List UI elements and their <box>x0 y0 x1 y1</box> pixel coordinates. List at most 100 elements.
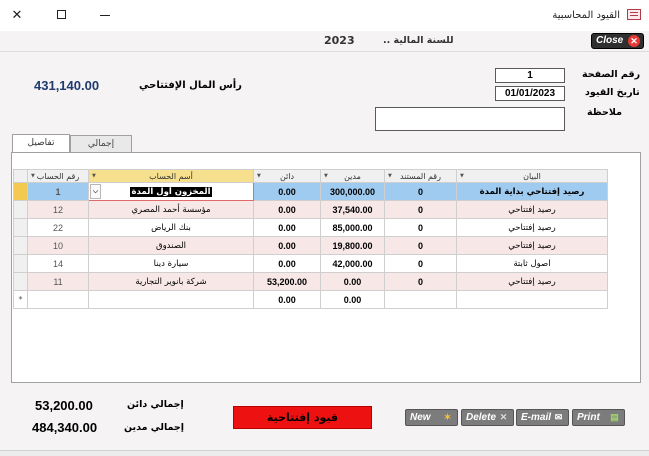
page-number-label: رقم الصفحة <box>582 69 641 80</box>
debit-cell[interactable]: 37,540.00 <box>320 200 385 219</box>
credit-cell[interactable]: 0.00 <box>253 200 321 219</box>
delete-x-icon: ✕ <box>499 412 508 422</box>
capital-label: رأس المال الإفتتاحي <box>139 80 242 91</box>
row-selector[interactable] <box>13 200 28 219</box>
new-button[interactable]: New ✶ <box>405 409 458 426</box>
tab-page-total[interactable]: إجمالي الصفحة... <box>70 135 132 165</box>
account-name-cell[interactable] <box>88 290 254 309</box>
row-selector[interactable] <box>13 182 28 201</box>
account-number-cell[interactable]: 10 <box>27 236 89 255</box>
minimize-button[interactable] <box>96 8 114 24</box>
window-close-button[interactable]: ✕ <box>8 8 26 24</box>
note-field[interactable] <box>375 107 565 131</box>
credit-cell[interactable]: 0.00 <box>253 236 321 255</box>
maximize-icon <box>56 10 66 19</box>
new-star-icon: ✶ <box>443 412 452 422</box>
email-button[interactable]: E-mail ✉ <box>516 409 569 426</box>
minimize-icon <box>100 14 110 17</box>
fiscal-year-label: للسنة المالية .. <box>383 35 454 46</box>
account-number-cell[interactable]: 14 <box>27 254 89 273</box>
column-document-number[interactable]: ▼ رقم المستند <box>384 169 457 183</box>
statement-cell[interactable]: اصول ثابتة <box>456 254 608 273</box>
account-number-cell[interactable]: 1 <box>27 182 89 201</box>
account-number-cell[interactable]: 11 <box>27 272 89 291</box>
table-row[interactable]: 22 بنك الرياض 0.00 85,000.00 0 رصيد إفتت… <box>13 218 608 237</box>
column-account-number[interactable]: ▼ رقم الحساب <box>27 169 89 183</box>
statement-cell[interactable]: رصيد إفتتاحي <box>456 200 608 219</box>
entries-datasheet: ▼ رقم الحساب ▼ أسم الحساب ▼ دائن ▼ مدين ▼ رقم… <box>13 169 608 309</box>
column-statement[interactable]: ▼ البيان <box>456 169 608 183</box>
column-debit[interactable]: ▼ مدين <box>320 169 385 183</box>
journal-form: 2023 للسنة المالية .. Close ✕ رأس المال … <box>0 31 649 456</box>
table-row[interactable]: 14 سيارة دينا 0.00 42,000.00 0 اصول ثابت… <box>13 254 608 273</box>
entry-date-field[interactable]: 01/01/2023 <box>495 86 565 101</box>
fiscal-year: 2023 <box>324 34 355 47</box>
row-selector[interactable] <box>13 236 28 255</box>
chevron-down-icon[interactable]: ⌵ <box>90 184 101 199</box>
account-name-cell[interactable]: مؤسسة أحمد المصري <box>88 200 254 219</box>
row-selector[interactable] <box>13 254 28 273</box>
total-debit-label: إجمالي مدين <box>124 422 185 433</box>
total-credit-value: 53,200.00 <box>35 398 93 413</box>
row-selector[interactable] <box>13 218 28 237</box>
account-name-cell[interactable]: سيارة دينا <box>88 254 254 273</box>
credit-cell[interactable]: 53,200.00 <box>253 272 321 291</box>
statement-cell[interactable] <box>456 290 608 309</box>
debit-cell[interactable]: 0.00 <box>320 290 385 309</box>
credit-cell[interactable]: 0.00 <box>253 182 321 201</box>
delete-button[interactable]: Delete ✕ <box>461 409 514 426</box>
account-name-cell[interactable]: الصندوق <box>88 236 254 255</box>
sort-arrow-icon: ▼ <box>92 173 96 179</box>
note-label: ملاحظة <box>587 107 622 118</box>
statement-cell[interactable]: رصيد إفتتاحي <box>456 236 608 255</box>
debit-cell[interactable]: 42,000.00 <box>320 254 385 273</box>
account-name-combo[interactable]: ⌵ المخزون أول المدة <box>88 182 254 201</box>
record-navigation-bar[interactable] <box>0 450 649 456</box>
close-x-icon: ✕ <box>628 35 640 47</box>
new-record-row[interactable]: * 0.00 0.00 <box>13 290 608 309</box>
close-form-button[interactable]: Close ✕ <box>591 33 644 49</box>
debit-cell[interactable]: 85,000.00 <box>320 218 385 237</box>
opening-entries-button[interactable]: قيود إفتتاحية <box>233 406 372 429</box>
account-name-cell[interactable]: بنك الرياض <box>88 218 254 237</box>
row-selector[interactable] <box>13 272 28 291</box>
new-record-marker: * <box>13 290 28 309</box>
table-row[interactable]: 1 ⌵ المخزون أول المدة 0.00 300,000.00 0 … <box>13 182 608 201</box>
capital-value: 431,140.00 <box>34 78 100 93</box>
row-selector-header[interactable] <box>13 169 28 183</box>
envelope-icon: ✉ <box>554 412 563 422</box>
column-account-name[interactable]: ▼ أسم الحساب <box>88 169 254 183</box>
title-bar: القيود المحاسبية ✕ <box>0 0 649 31</box>
table-row[interactable]: 10 الصندوق 0.00 19,800.00 0 رصيد إفتتاحي <box>13 236 608 255</box>
credit-cell[interactable]: 0.00 <box>253 290 321 309</box>
table-row[interactable]: 11 شركة بانوير التجارية 53,200.00 0.00 0… <box>13 272 608 291</box>
credit-cell[interactable]: 0.00 <box>253 254 321 273</box>
statement-cell[interactable]: رصيد إفتتاحي <box>456 218 608 237</box>
print-button[interactable]: Print ▤ <box>572 409 625 426</box>
table-row[interactable]: 12 مؤسسة أحمد المصري 0.00 37,540.00 0 رص… <box>13 200 608 219</box>
debit-cell[interactable]: 300,000.00 <box>320 182 385 201</box>
document-number-cell[interactable]: 0 <box>384 200 457 219</box>
form-icon <box>627 9 641 20</box>
debit-cell[interactable]: 0.00 <box>320 272 385 291</box>
document-number-cell[interactable]: 0 <box>384 182 457 201</box>
account-number-cell[interactable]: 12 <box>27 200 89 219</box>
document-number-cell[interactable] <box>384 290 457 309</box>
account-number-cell[interactable]: 22 <box>27 218 89 237</box>
page-number-field[interactable]: 1 <box>495 68 565 83</box>
document-number-cell[interactable]: 0 <box>384 218 457 237</box>
debit-cell[interactable]: 19,800.00 <box>320 236 385 255</box>
document-number-cell[interactable]: 0 <box>384 236 457 255</box>
document-number-cell[interactable]: 0 <box>384 272 457 291</box>
account-name-cell[interactable]: شركة بانوير التجارية <box>88 272 254 291</box>
entry-date-label: تاريخ القيود <box>585 87 640 98</box>
statement-cell[interactable]: رصيد إفتتاحي <box>456 272 608 291</box>
document-number-cell[interactable]: 0 <box>384 254 457 273</box>
maximize-button[interactable] <box>52 8 70 24</box>
statement-cell[interactable]: رصيد إفتتاحي بداية المدة <box>456 182 608 201</box>
column-credit[interactable]: ▼ دائن <box>253 169 321 183</box>
credit-cell[interactable]: 0.00 <box>253 218 321 237</box>
account-number-cell[interactable] <box>27 290 89 309</box>
tab-data-details[interactable]: تفاصيل البيانات <box>12 134 70 164</box>
close-form-label: Close <box>596 35 624 46</box>
